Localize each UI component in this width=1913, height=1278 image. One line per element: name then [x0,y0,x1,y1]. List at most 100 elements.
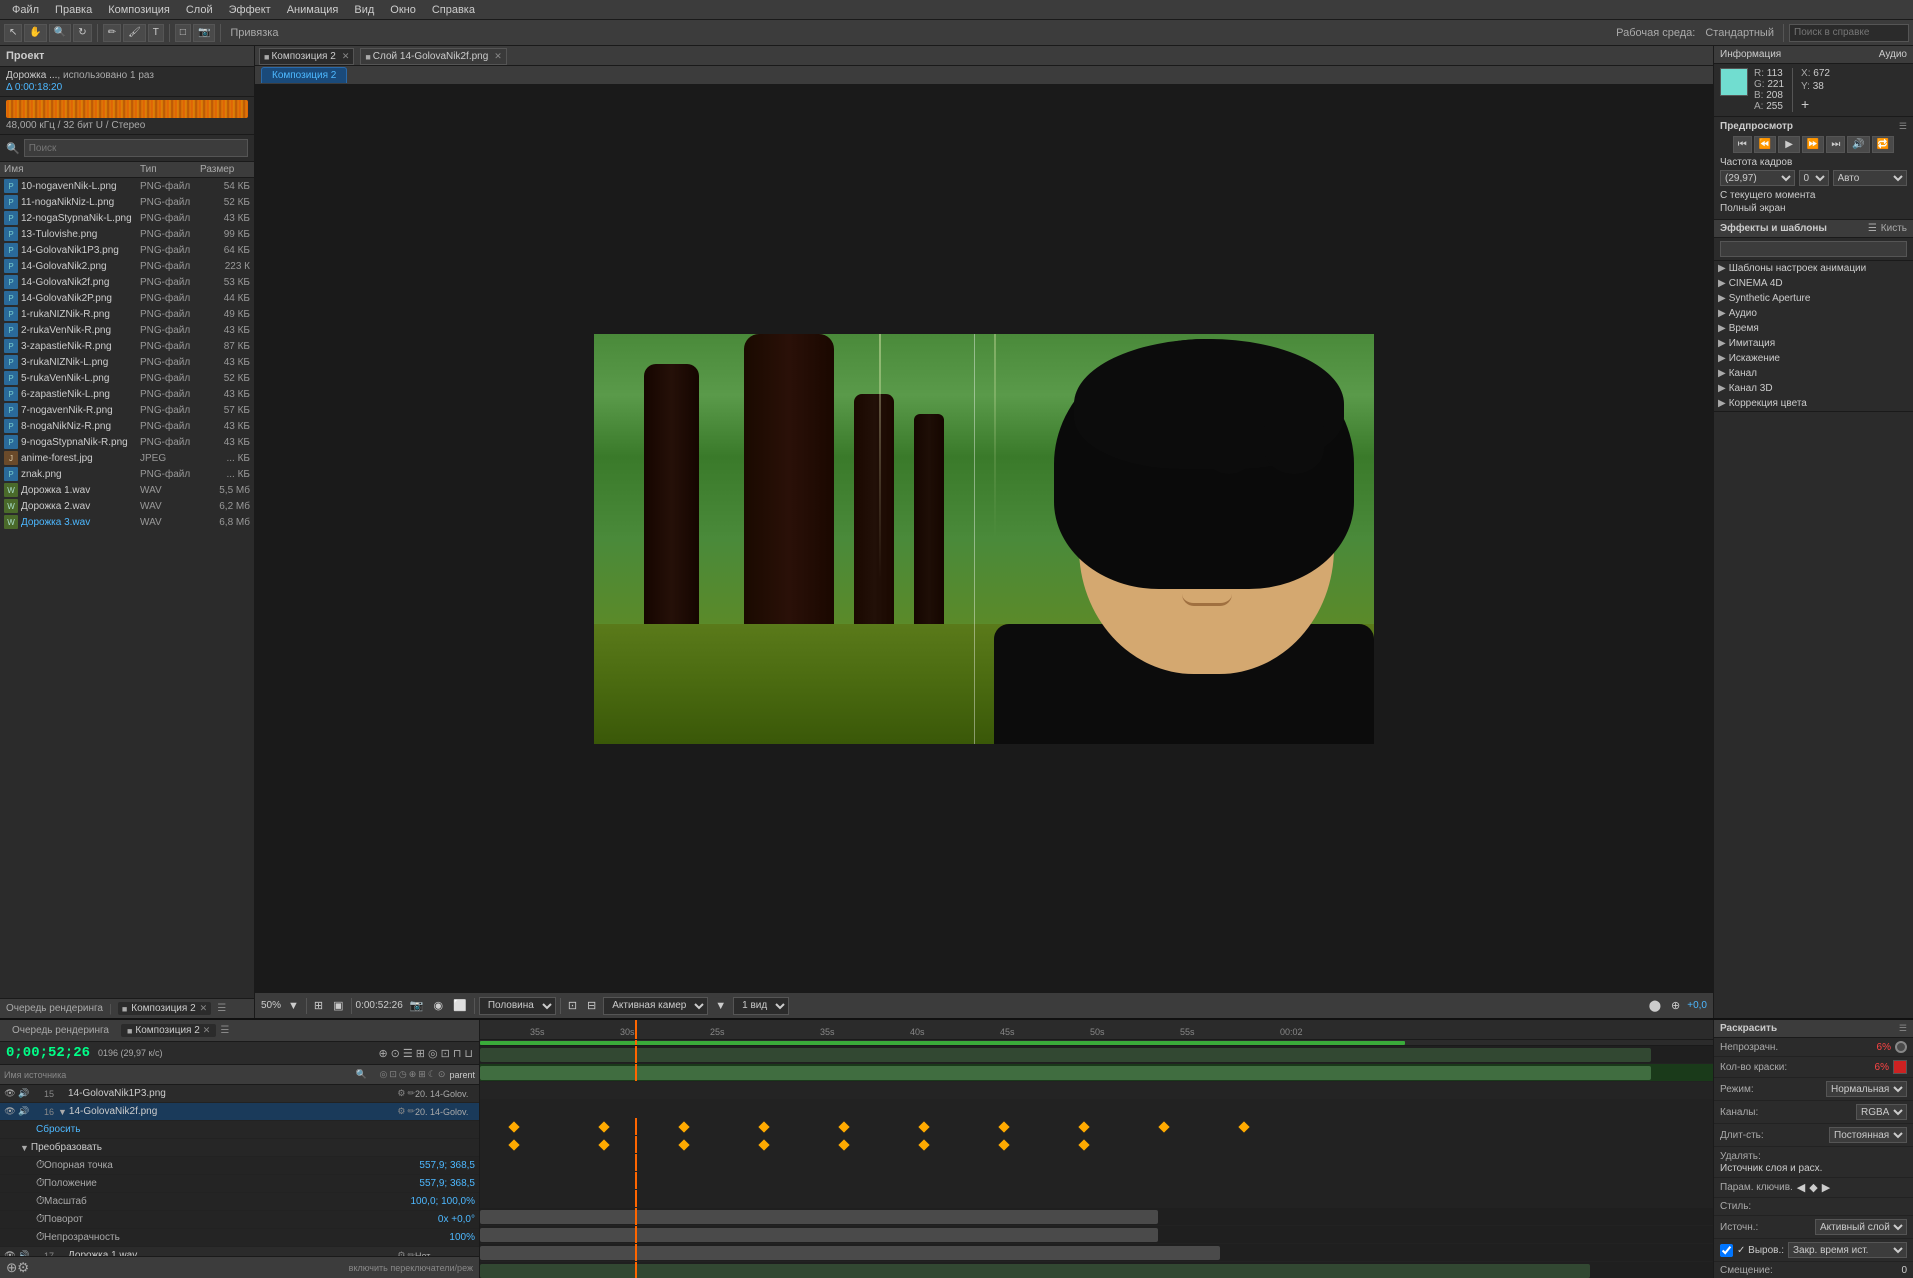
comp2-close-icon[interactable]: ✕ [342,51,350,62]
file-item[interactable]: P 12-nogaStypnaNik-L.png PNG-файл 43 КБ [0,210,254,226]
tl-ctrl-7[interactable]: ⊓ [453,1047,462,1060]
preview-channels-btn[interactable]: ⊟ [584,999,599,1012]
props-menu[interactable]: ☰ [1899,1023,1907,1034]
tool-shape[interactable]: □ [175,24,191,42]
output-checkbox[interactable] [1720,1244,1733,1257]
preview-play-btn[interactable]: ▶ [1778,136,1800,153]
tool-zoom[interactable]: 🔍 [49,24,71,42]
effect-item[interactable]: ▶ Шаблоны настроек анимации [1714,261,1913,276]
file-item[interactable]: P 13-Tulovishe.png PNG-файл 99 КБ [0,226,254,242]
preview-transparency-btn[interactable]: ⬜ [450,999,470,1012]
comp-tab-label[interactable]: Композиция 2 [131,1003,195,1014]
preview-next-btn[interactable]: ⏭ [1826,136,1845,153]
stopwatch-icon[interactable]: ⏱ [36,1159,44,1172]
effect-item[interactable]: ▶ Коррекция цвета [1714,396,1913,411]
layer-tab-label[interactable]: Слой 14-GolovaNik2f.png [373,51,488,62]
audio-icon[interactable]: 🔊 [18,1088,30,1100]
tl-ctrl-8[interactable]: ⊔ [464,1047,473,1060]
sub-expand-icon[interactable]: ▼ [20,1143,29,1153]
file-item[interactable]: P 1-rukaNIZNik-R.png PNG-файл 49 КБ [0,306,254,322]
effect-item[interactable]: ▶ CINEMA 4D [1714,276,1913,291]
menu-view[interactable]: Вид [346,4,382,16]
tool-brush[interactable]: 🖌 [123,24,146,42]
active-comp-tab[interactable]: Композиция 2 [261,67,347,83]
tl-ctrl-6[interactable]: ⊡ [441,1047,450,1060]
preview-extra-btn[interactable]: ⊕ [1668,999,1683,1012]
tool-camera[interactable]: 📷 [193,24,215,42]
file-item[interactable]: P 3-rukaNIZNik-L.png PNG-файл 43 КБ [0,354,254,370]
tool-rotate[interactable]: ↻ [73,24,91,42]
visibility-icon[interactable]: 👁 [4,1088,16,1100]
tl-ctrl-3[interactable]: ☰ [403,1047,413,1060]
timeline-sub-sub-row[interactable]: ⏱ Опорная точка 557,9; 368,5 [0,1157,479,1175]
timeline-menu-btn[interactable]: ☰ [220,1025,229,1036]
timeline-layer-row[interactable]: 👁 🔊 17 Дорожка 1.wav ⚙ ✏ Нет [0,1247,479,1256]
file-item[interactable]: P 14-GolovaNik2f.png PNG-файл 53 КБ [0,274,254,290]
tl-ctrl-5[interactable]: ◎ [428,1047,438,1060]
layer-edit-icon[interactable]: ✏ [407,1106,415,1117]
menu-effect[interactable]: Эффект [221,4,279,16]
source-select[interactable]: Активный слой [1815,1219,1907,1235]
menu-layer[interactable]: Слой [178,4,221,16]
kf-next-btn[interactable]: ▶ [1822,1181,1830,1194]
effect-item[interactable]: ▶ Аудио [1714,306,1913,321]
menu-composition[interactable]: Композиция [100,4,178,16]
camera-select[interactable]: Активная камер [603,997,708,1015]
fps-select[interactable]: (29,97) [1720,170,1795,186]
preview-audio-btn[interactable]: 🔊 [1847,136,1869,153]
effect-item[interactable]: ▶ Канал 3D [1714,381,1913,396]
visibility-icon[interactable]: 👁 [4,1106,16,1118]
menu-animation[interactable]: Анимация [279,4,347,16]
stopwatch-icon[interactable]: ⏱ [36,1195,44,1208]
layer-settings-btn[interactable]: ⚙ [17,1260,29,1276]
tool-pen[interactable]: ✏ [103,24,121,42]
from-moment-btn[interactable]: С текущего момента [1720,189,1907,202]
render-queue-tab-bottom[interactable]: Очередь рендеринга [4,1023,117,1038]
preview-camera-btn[interactable]: 📷 [407,999,427,1012]
file-item[interactable]: P 14-GolovaNik2P.png PNG-файл 44 КБ [0,290,254,306]
timeline-sub-row[interactable]: Сбросить [0,1121,479,1139]
effect-item[interactable]: ▶ Имитация [1714,336,1913,351]
effect-item[interactable]: ▶ Канал [1714,366,1913,381]
tl-ctrl-4[interactable]: ⊞ [416,1047,425,1060]
timeline-sub-sub-row[interactable]: ⏱ Поворот 0x +0,0° [0,1211,479,1229]
file-item[interactable]: P 14-GolovaNik2.png PNG-файл 223 К [0,258,254,274]
quality-select[interactable]: Половина [479,997,556,1015]
search-input[interactable] [1789,24,1909,42]
file-item[interactable]: P 14-GolovaNik1P3.png PNG-файл 64 КБ [0,242,254,258]
stopwatch-icon[interactable]: ⏱ [36,1231,44,1244]
reset-btn[interactable]: Сбросить [20,1124,475,1135]
output-select[interactable]: Закр. время ист. [1788,1242,1907,1258]
file-item[interactable]: P 8-nogaNikNiz-R.png PNG-файл 43 КБ [0,418,254,434]
kf-add-btn[interactable]: ◆ [1809,1181,1817,1194]
duration-select[interactable]: Постоянная [1829,1127,1907,1143]
preview-toggle-btn[interactable]: ⊡ [565,999,580,1012]
layer-edit-icon[interactable]: ✏ [407,1088,415,1099]
file-item[interactable]: W Дорожка 1.wav WAV 5,5 Мб [0,482,254,498]
opacity-knob[interactable] [1895,1041,1907,1053]
file-item[interactable]: J anime-forest.jpg JPEG ... КБ [0,450,254,466]
file-item[interactable]: W Дорожка 2.wav WAV 6,2 Мб [0,498,254,514]
tl-ctrl-2[interactable]: ⊙ [391,1047,400,1060]
comp-tab-small[interactable]: ■ [122,1004,127,1014]
project-search-input[interactable] [24,139,248,157]
menu-edit[interactable]: Правка [47,4,100,16]
file-item[interactable]: P 2-rukaVenNik-R.png PNG-файл 43 КБ [0,322,254,338]
layer-settings-icon[interactable]: ⚙ [397,1088,405,1099]
file-item[interactable]: P 7-nogavenNik-R.png PNG-файл 57 КБ [0,402,254,418]
preview-forward-btn[interactable]: ⏩ [1802,136,1824,153]
comp-name-timeline[interactable]: Композиция 2 [135,1025,199,1036]
timeline-sub-sub-row[interactable]: ⏱ Масштаб 100,0; 100,0% [0,1193,479,1211]
skip-select[interactable]: 0 [1799,170,1829,186]
timeline-sub-sub-row[interactable]: ⏱ Непрозрачность 100% [0,1229,479,1247]
effects-search[interactable] [1720,241,1907,257]
preview-safe-btn[interactable]: ▣ [330,999,346,1012]
effect-item[interactable]: ▶ Время [1714,321,1913,336]
timeline-sub-sub-row[interactable]: ⏱ Положение 557,9; 368,5 [0,1175,479,1193]
menu-file[interactable]: Файл [4,4,47,16]
preview-rewind-btn[interactable]: ⏪ [1754,136,1776,153]
render-queue-tab[interactable]: Очередь рендеринга [6,1003,103,1014]
effect-item[interactable]: ▶ Искажение [1714,351,1913,366]
menu-window[interactable]: Окно [382,4,424,16]
paint-color[interactable] [1893,1060,1907,1074]
